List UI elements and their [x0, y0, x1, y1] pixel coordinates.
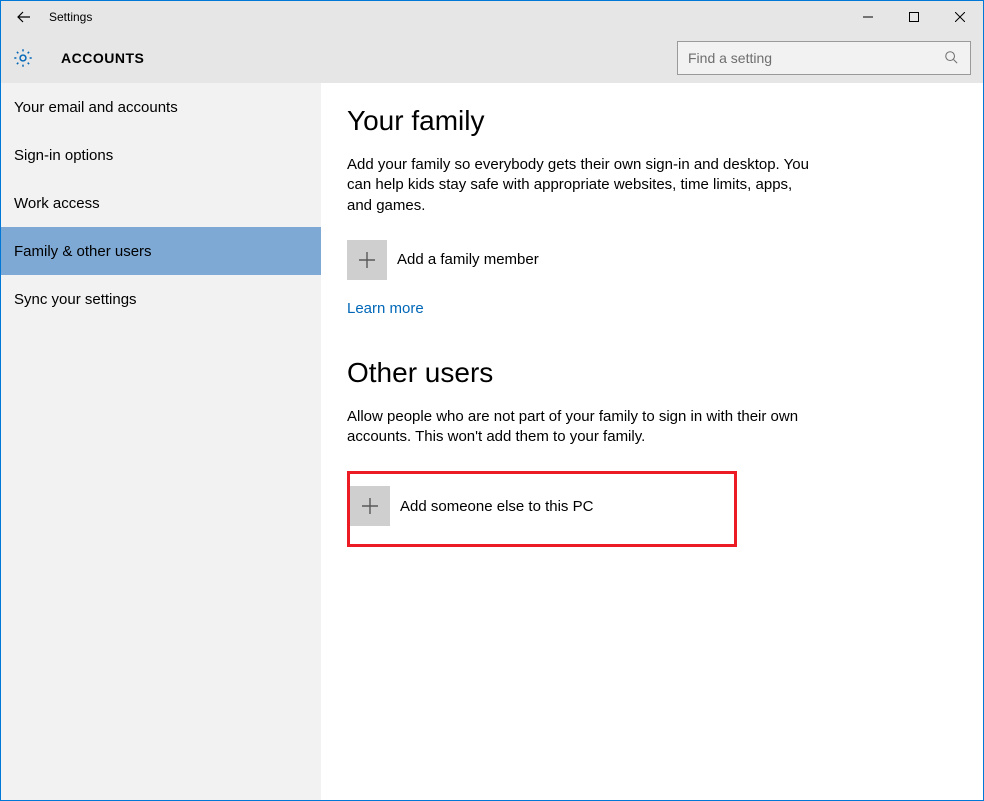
- sidebar-item-email-accounts[interactable]: Your email and accounts: [1, 83, 321, 131]
- sidebar-item-family-other-users[interactable]: Family & other users: [1, 227, 321, 275]
- sidebar-item-sync-settings[interactable]: Sync your settings: [1, 275, 321, 323]
- search-box[interactable]: [677, 41, 971, 75]
- sidebar-item-label: Work access: [14, 195, 100, 212]
- sidebar-item-label: Sync your settings: [14, 291, 137, 308]
- close-icon: [955, 12, 965, 22]
- add-family-member-button[interactable]: Add a family member: [347, 240, 957, 280]
- maximize-icon: [909, 12, 919, 22]
- settings-window: Settings ACCOUNTS: [0, 0, 984, 801]
- settings-gear-icon[interactable]: [11, 46, 35, 70]
- plus-icon: [360, 496, 380, 516]
- minimize-icon: [863, 12, 873, 22]
- other-users-section: Other users Allow people who are not par…: [347, 357, 957, 548]
- sidebar-item-label: Family & other users: [14, 243, 152, 260]
- search-input[interactable]: [688, 50, 944, 66]
- body: Your email and accounts Sign-in options …: [1, 83, 983, 800]
- plus-icon: [357, 250, 377, 270]
- sidebar-item-label: Your email and accounts: [14, 99, 178, 116]
- sidebar-item-work-access[interactable]: Work access: [1, 179, 321, 227]
- titlebar: Settings: [1, 1, 983, 32]
- family-description: Add your family so everybody gets their …: [347, 155, 817, 216]
- maximize-button[interactable]: [891, 1, 937, 32]
- content-pane: Your family Add your family so everybody…: [321, 83, 983, 800]
- add-someone-else-label: Add someone else to this PC: [400, 498, 593, 515]
- minimize-button[interactable]: [845, 1, 891, 32]
- back-arrow-icon: [16, 9, 32, 25]
- header: ACCOUNTS: [1, 32, 983, 83]
- other-users-heading: Other users: [347, 357, 957, 389]
- gear-icon: [12, 47, 34, 69]
- learn-more-link[interactable]: Learn more: [347, 300, 424, 317]
- plus-icon-box: [347, 240, 387, 280]
- sidebar-item-label: Sign-in options: [14, 147, 113, 164]
- window-title: Settings: [49, 10, 92, 24]
- sidebar-item-signin-options[interactable]: Sign-in options: [1, 131, 321, 179]
- add-someone-else-button[interactable]: Add someone else to this PC: [347, 471, 737, 547]
- header-section-title: ACCOUNTS: [61, 50, 144, 66]
- search-icon: [944, 50, 960, 66]
- family-heading: Your family: [347, 105, 957, 137]
- sidebar: Your email and accounts Sign-in options …: [1, 83, 321, 800]
- add-family-member-label: Add a family member: [397, 251, 539, 268]
- close-button[interactable]: [937, 1, 983, 32]
- plus-icon-box: [350, 486, 390, 526]
- other-users-description: Allow people who are not part of your fa…: [347, 407, 817, 448]
- back-button[interactable]: [1, 1, 47, 32]
